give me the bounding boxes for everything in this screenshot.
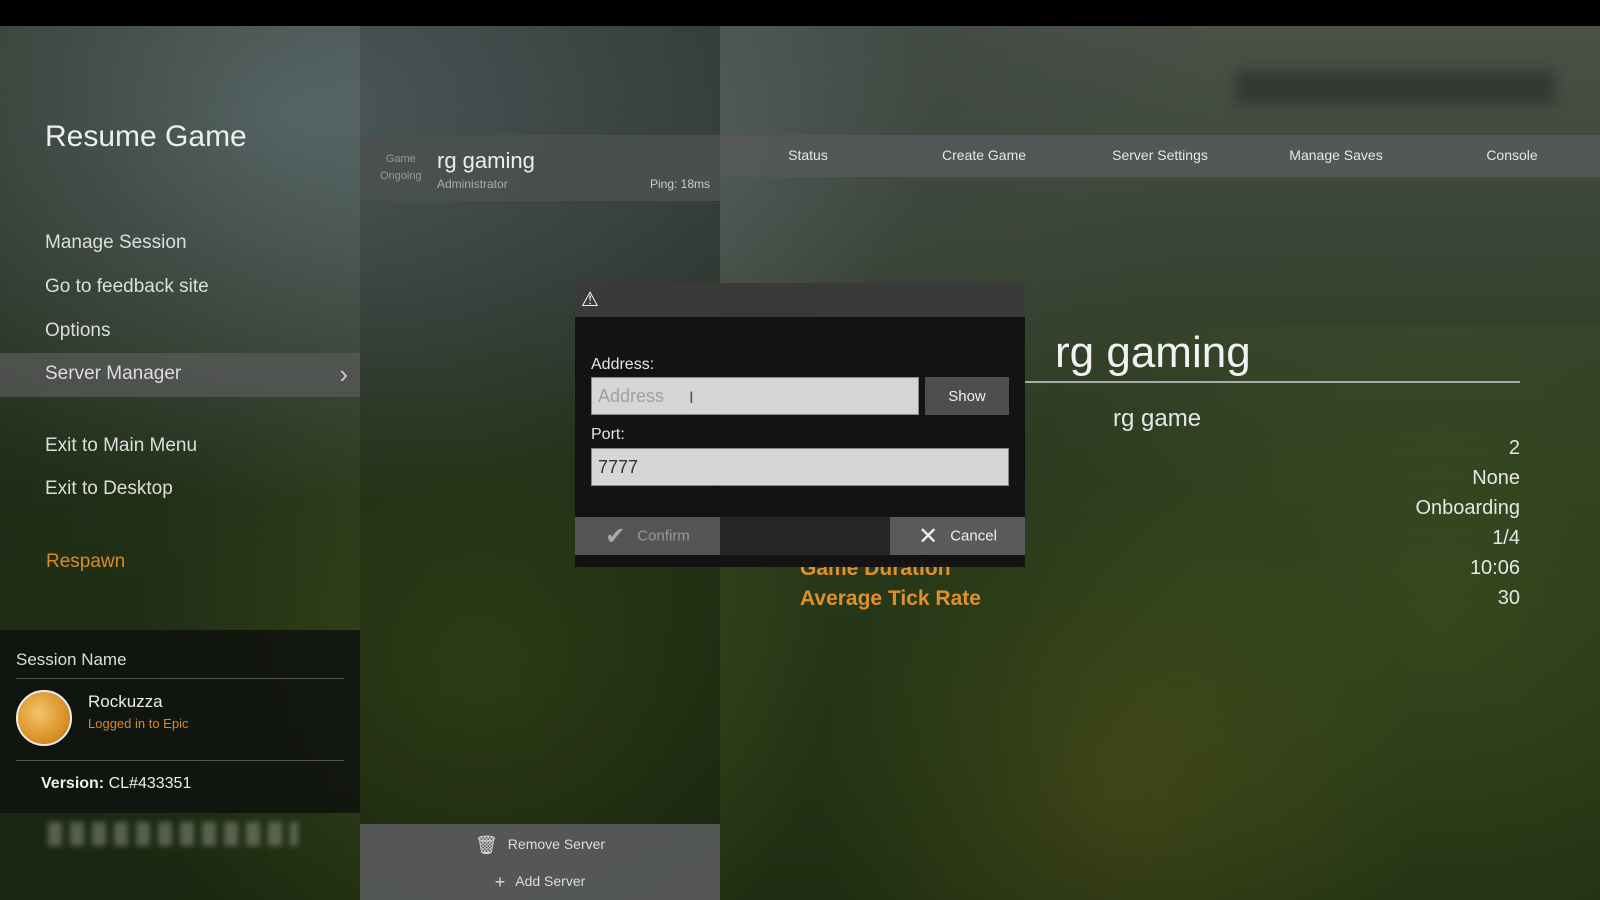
blurred-banner: [1235, 70, 1555, 104]
status-server-name: rg gaming: [1055, 328, 1251, 377]
server-actions: 🗑 Remove Server + Add Server: [360, 824, 720, 900]
dialog-button-spacer: [720, 517, 890, 555]
divider: [1025, 381, 1520, 383]
status-value: 1/4: [1492, 527, 1520, 549]
status-value: 10:06: [1469, 557, 1520, 579]
version-info: Version: CL#433351: [41, 775, 191, 793]
server-state: Game Ongoing: [380, 151, 422, 185]
status-value: None: [1472, 467, 1520, 489]
version-value: CL#433351: [108, 775, 192, 792]
chevron-right-icon: ›: [339, 359, 348, 389]
add-server-dialog: ⚠ Address: I Show Port: ✔ Confirm ✕ Cancel: [575, 283, 1025, 567]
menu-manage-session[interactable]: Manage Session: [45, 232, 187, 254]
tab-bar: Status Create Game Server Settings Manag…: [720, 135, 1600, 177]
session-name-heading: Session Name: [16, 650, 127, 669]
tab-manage-saves[interactable]: Manage Saves: [1289, 147, 1382, 163]
text-cursor-icon: I: [689, 388, 694, 407]
menu-server-manager[interactable]: Server Manager ›: [0, 353, 360, 397]
address-label: Address:: [591, 356, 655, 373]
tab-server-settings[interactable]: Server Settings: [1112, 147, 1208, 163]
add-server-button[interactable]: + Add Server: [360, 872, 720, 893]
trash-icon: 🗑: [474, 835, 498, 855]
close-icon: ✕: [918, 522, 939, 550]
menu-exit-desktop[interactable]: Exit to Desktop: [45, 478, 173, 500]
menu-options[interactable]: Options: [45, 320, 110, 342]
server-name: rg gaming: [437, 148, 535, 173]
menu-exit-main-menu[interactable]: Exit to Main Menu: [45, 435, 197, 457]
resume-game-button[interactable]: Resume Game: [45, 120, 247, 154]
server-role: Administrator: [437, 177, 508, 191]
cancel-button[interactable]: ✕ Cancel: [890, 517, 1025, 555]
login-status: Logged in to Epic: [88, 716, 189, 731]
port-input[interactable]: [591, 448, 1009, 486]
status-value: 2: [1508, 437, 1520, 459]
tab-create-game[interactable]: Create Game: [942, 147, 1026, 163]
status-value: Onboarding: [1415, 497, 1520, 519]
status-session-name: rg game: [1113, 405, 1202, 432]
average-tick-rate-label: Average Tick Rate: [800, 587, 981, 610]
avatar: [16, 690, 72, 746]
address-input[interactable]: [591, 377, 919, 415]
dialog-header: ⚠: [575, 283, 1025, 317]
tab-console[interactable]: Console: [1486, 147, 1537, 163]
confirm-label: Confirm: [637, 526, 690, 544]
version-label: Version:: [41, 775, 105, 792]
status-value: 30: [1497, 587, 1520, 609]
menu-server-manager-label: Server Manager: [45, 363, 182, 384]
cancel-label: Cancel: [950, 526, 997, 544]
session-panel: Session Name Rockuzza Logged in to Epic …: [0, 630, 360, 813]
blurred-text: [48, 822, 298, 846]
server-state-line1: Game: [385, 153, 416, 165]
menu-respawn[interactable]: Respawn: [46, 551, 125, 573]
remove-server-label: Remove Server: [507, 836, 606, 853]
server-state-line2: Ongoing: [380, 170, 422, 182]
tab-status[interactable]: Status: [788, 147, 828, 163]
divider: [16, 678, 344, 679]
menu-feedback-site[interactable]: Go to feedback site: [45, 276, 209, 298]
server-ping: Ping: 18ms: [649, 177, 710, 191]
plus-icon: +: [494, 872, 506, 892]
add-server-label: Add Server: [515, 873, 586, 890]
server-card[interactable]: Game Ongoing rg gaming Administrator Pin…: [360, 135, 720, 201]
checkmark-icon: ✔: [605, 522, 626, 550]
show-address-button[interactable]: Show: [925, 377, 1009, 415]
warning-icon: ⚠: [581, 289, 599, 311]
remove-server-button[interactable]: 🗑 Remove Server: [360, 835, 720, 856]
username: Rockuzza: [88, 692, 163, 711]
divider: [16, 760, 344, 761]
port-label: Port:: [591, 426, 625, 443]
confirm-button[interactable]: ✔ Confirm: [575, 517, 720, 555]
